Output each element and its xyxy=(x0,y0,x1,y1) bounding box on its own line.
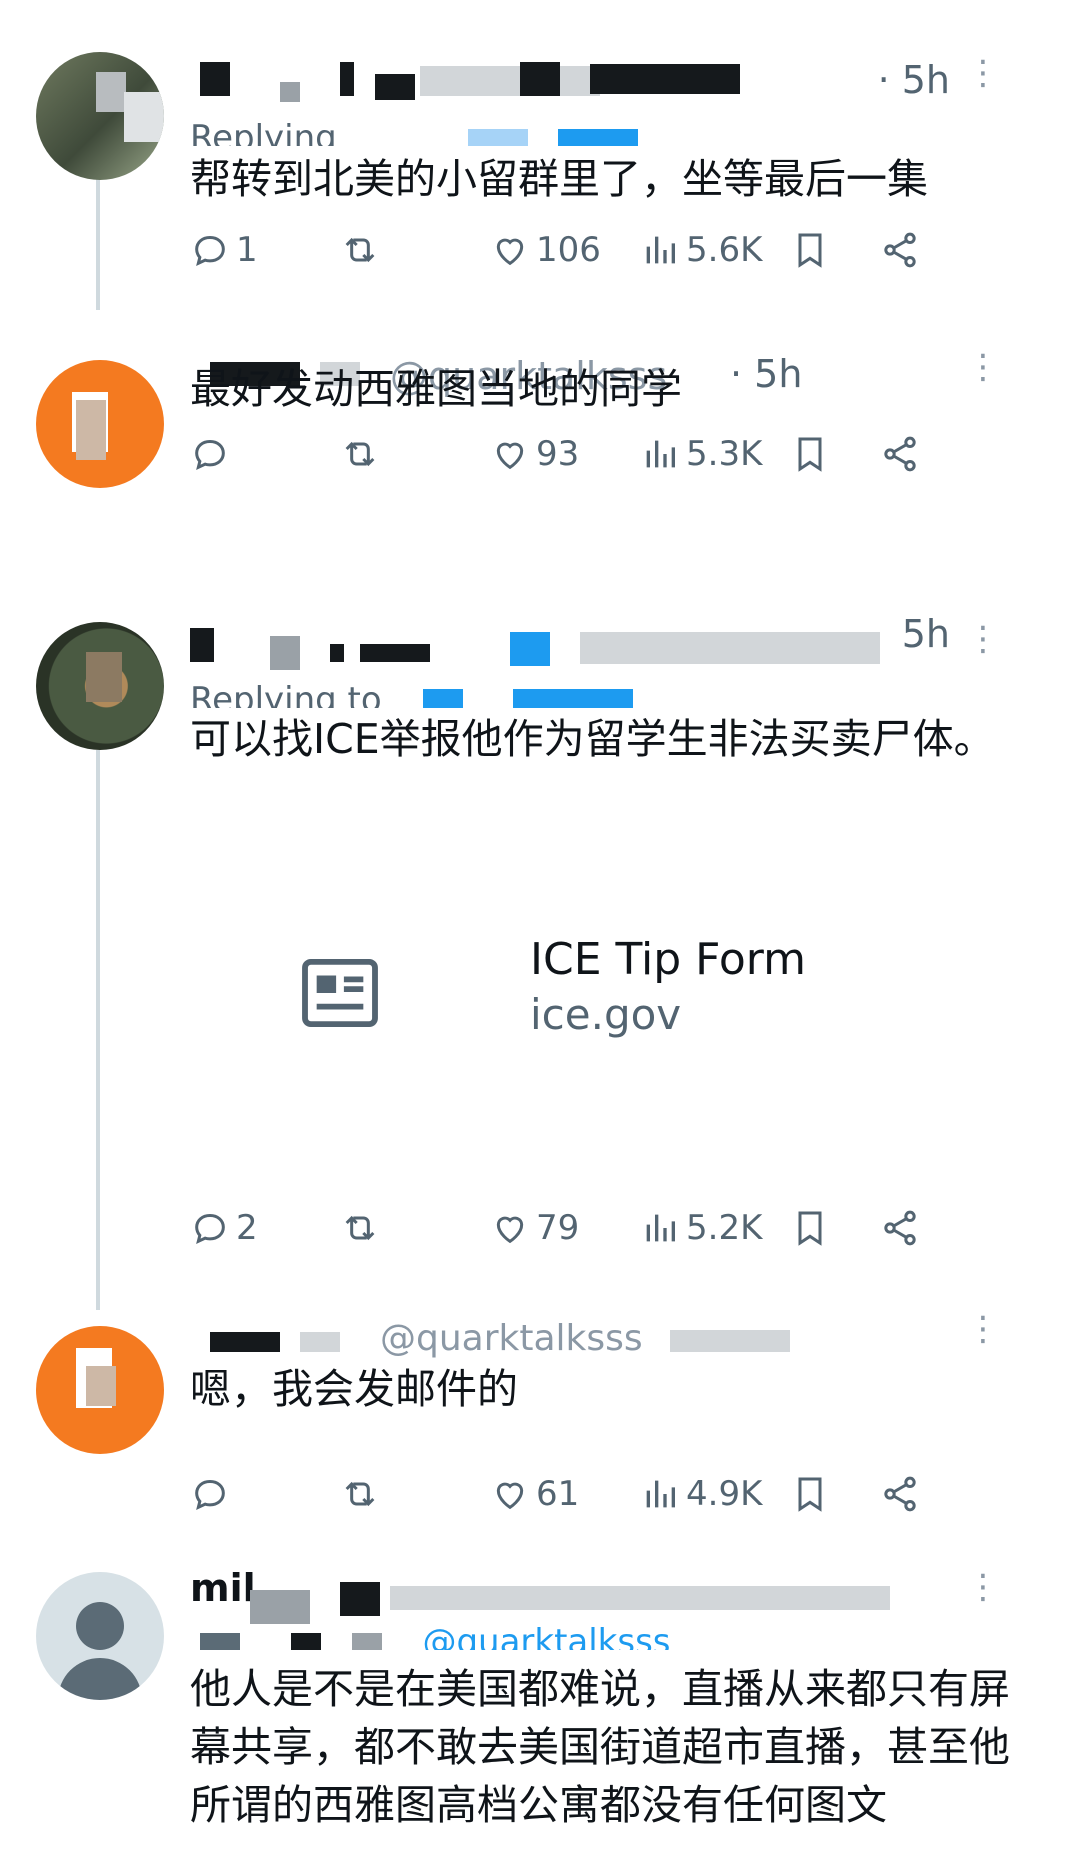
reply-icon xyxy=(195,1213,225,1245)
article-icon xyxy=(302,958,378,1028)
avatar[interactable] xyxy=(36,1326,164,1454)
tweet-header: mil ⋮ xyxy=(190,1566,1040,1624)
replying-to: @quarktalksss xyxy=(190,1622,671,1650)
views-button[interactable]: 5.3K xyxy=(640,424,762,484)
reply-button[interactable]: 2 xyxy=(190,1198,258,1258)
like-icon xyxy=(496,1482,524,1510)
views-icon xyxy=(646,236,675,264)
tweet-actions: 1 106 5.6K xyxy=(190,220,1040,280)
retweet-icon xyxy=(345,1215,375,1241)
views-button[interactable]: 4.9K xyxy=(640,1464,762,1524)
bookmark-button[interactable] xyxy=(790,424,836,484)
retweet-button[interactable] xyxy=(340,424,386,484)
reply-icon xyxy=(195,439,225,471)
retweet-button[interactable] xyxy=(340,1198,386,1258)
like-button[interactable]: 106 xyxy=(490,220,601,280)
tweet-actions: 61 4.9K xyxy=(190,1464,1040,1524)
handle[interactable]: @quarktalksss xyxy=(422,1622,670,1650)
avatar[interactable] xyxy=(36,360,164,488)
tweet-time[interactable]: · 5h xyxy=(878,58,950,102)
tweet-text: 可以找ICE举报他作为留学生非法买卖尸体。 xyxy=(190,715,995,763)
display-name: mil xyxy=(190,1566,256,1610)
more-icon[interactable]: ⋮ xyxy=(966,1570,1000,1604)
views-icon xyxy=(646,1214,675,1242)
bookmark-button[interactable] xyxy=(790,220,836,280)
like-button[interactable]: 93 xyxy=(490,424,579,484)
reply-button[interactable] xyxy=(190,424,236,484)
tweet-header: 5h ⋮ xyxy=(190,612,1040,674)
tweet-time[interactable]: 5h xyxy=(902,612,950,656)
views-icon xyxy=(646,440,675,468)
like-icon xyxy=(496,238,524,266)
replying-to: Replying xyxy=(190,118,639,146)
bookmark-icon xyxy=(798,233,822,268)
retweet-icon xyxy=(345,1481,375,1507)
views-button[interactable]: 5.6K xyxy=(640,220,762,280)
more-icon[interactable]: ⋮ xyxy=(966,1312,1000,1346)
retweet-button[interactable] xyxy=(340,1464,386,1524)
bookmark-icon xyxy=(798,1211,822,1246)
bookmark-icon xyxy=(798,1477,822,1512)
card-title: ICE Tip Form xyxy=(530,934,806,985)
share-button[interactable] xyxy=(880,424,926,484)
share-icon xyxy=(884,1476,916,1512)
bookmark-button[interactable] xyxy=(790,1198,836,1258)
avatar[interactable] xyxy=(36,622,164,750)
tweet[interactable]: · 5h ⋮ Replying 帮转到北美的小留群里了，坐等最后一集 1 106… xyxy=(0,40,1080,320)
tweet[interactable]: @quarktalksss ⋮ 嗯，我会发邮件的 61 4.9K xyxy=(0,1312,1080,1546)
retweet-button[interactable] xyxy=(340,220,386,280)
views-button[interactable]: 5.2K xyxy=(640,1198,762,1258)
reply-icon xyxy=(195,235,225,267)
views-icon xyxy=(646,1480,675,1508)
card-domain: ice.gov xyxy=(530,990,682,1039)
tweet[interactable]: mil ⋮ @quarktalksss 他人是不是在美国都难说，直播从来都只有屏… xyxy=(0,1566,1080,1852)
share-button[interactable] xyxy=(880,1198,926,1258)
tweet-header: @quarktalksss ⋮ xyxy=(190,1308,1040,1364)
share-icon xyxy=(884,436,916,472)
retweet-icon xyxy=(345,237,375,263)
avatar[interactable] xyxy=(36,1572,164,1700)
tweet[interactable]: @quarktalksss · 5h ⋮ 最好发动西雅图当地的同学 93 5.3… xyxy=(0,350,1080,590)
replying-to: Replying to xyxy=(190,680,634,708)
retweet-icon xyxy=(345,441,375,467)
bookmark-button[interactable] xyxy=(790,1464,836,1524)
tweet-text: 帮转到北美的小留群里了，坐等最后一集 xyxy=(190,155,928,203)
more-icon[interactable]: ⋮ xyxy=(966,622,1000,656)
share-icon xyxy=(884,232,916,268)
reply-button[interactable]: 1 xyxy=(190,220,258,280)
link-card[interactable]: ICE Tip Form ice.gov xyxy=(190,848,1040,1168)
reply-button[interactable] xyxy=(190,1464,236,1524)
like-icon xyxy=(496,442,524,470)
more-icon[interactable]: ⋮ xyxy=(966,56,1000,90)
like-icon xyxy=(496,1216,524,1244)
avatar[interactable] xyxy=(36,52,164,180)
share-icon xyxy=(884,1210,916,1246)
tweet-text: 嗯，我会发邮件的 xyxy=(190,1365,518,1413)
share-button[interactable] xyxy=(880,220,926,280)
bookmark-icon xyxy=(798,437,822,472)
share-button[interactable] xyxy=(880,1464,926,1524)
tweet-text: 最好发动西雅图当地的同学 xyxy=(190,365,682,413)
tweet-header: · 5h ⋮ xyxy=(190,52,1040,108)
like-button[interactable]: 61 xyxy=(490,1464,579,1524)
tweet-actions: 93 5.3K xyxy=(190,424,1040,484)
reply-icon xyxy=(195,1479,225,1511)
handle: @quarktalksss xyxy=(380,1318,643,1359)
tweet-text: 他人是不是在美国都难说，直播从来都只有屏幕共享，都不敢去美国街道超市直播，甚至他… xyxy=(190,1665,1010,1829)
tweet-actions: 2 79 5.2K xyxy=(190,1198,1040,1258)
like-button[interactable]: 79 xyxy=(490,1198,579,1258)
tweet[interactable]: 5h ⋮ Replying to 可以找ICE举报他作为留学生非法买卖尸体。 I… xyxy=(0,612,1080,1268)
